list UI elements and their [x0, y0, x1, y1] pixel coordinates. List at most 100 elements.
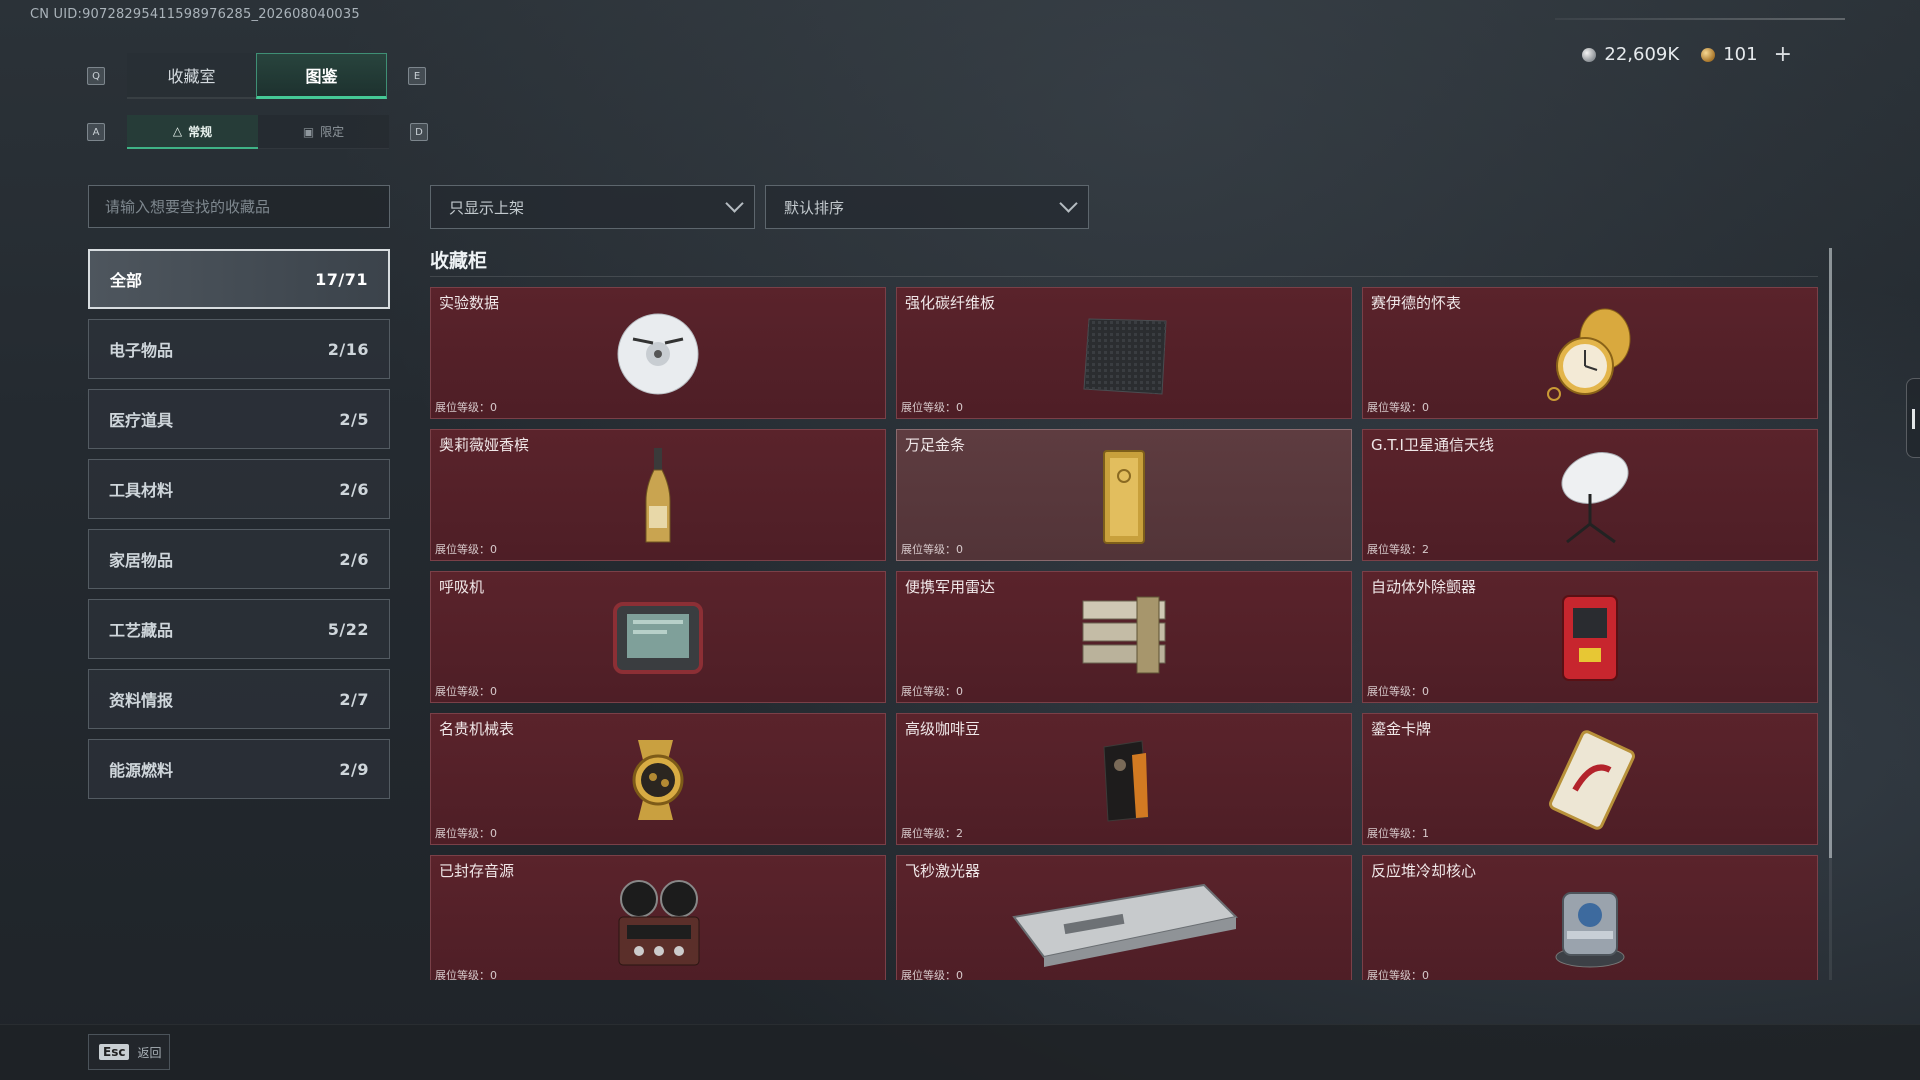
item-card[interactable]: G.T.I卫星通信天线 展位等级：2 — [1362, 429, 1818, 561]
item-level: 展位等级：2 — [1367, 543, 1429, 556]
back-button[interactable]: Esc 返回 — [88, 1034, 170, 1070]
category-label: 能源燃料 — [109, 761, 174, 780]
footer-bar — [0, 1024, 1920, 1080]
uid-label: CN UID:9072829541159897628​5_20260804003… — [30, 7, 360, 22]
category-all[interactable]: 全部 17/71 — [88, 249, 390, 309]
key-hint-a: A — [87, 123, 105, 141]
add-currency-button[interactable]: + — [1774, 42, 1792, 67]
item-card[interactable]: 万足金条 展位等级：0 — [896, 429, 1352, 561]
section-title: 收藏柜 — [430, 250, 488, 272]
key-hint-q: Q — [87, 67, 105, 85]
category-count: 2/5 — [339, 409, 369, 429]
currency-bar: 22,609K 101 + — [1582, 42, 1792, 67]
item-name: 飞秒激光器 — [905, 862, 981, 880]
item-level: 展位等级：1 — [1367, 827, 1429, 840]
category-electronics[interactable]: 电子物品 2/16 — [88, 319, 390, 379]
category-label: 医疗道具 — [109, 411, 174, 430]
category-intel[interactable]: 资料情报 2/7 — [88, 669, 390, 729]
item-card[interactable]: 高级咖啡豆 展位等级：2 — [896, 713, 1352, 845]
reactor-core-icon — [1530, 872, 1650, 972]
item-card[interactable]: 便携军用雷达 展位等级：0 — [896, 571, 1352, 703]
item-card[interactable]: 已封存音源 展位等级：0 — [430, 855, 886, 980]
tab-codex[interactable]: 图鉴 — [256, 53, 387, 99]
grid-scrollbar[interactable] — [1829, 248, 1832, 980]
category-list: 全部 17/71 电子物品 2/16 医疗道具 2/5 工具材料 2/6 家居物… — [88, 249, 390, 809]
subtab-regular-label: 常规 — [188, 124, 213, 139]
category-label: 资料情报 — [109, 691, 174, 710]
item-card[interactable]: 自动体外除颤器 展位等级：0 — [1362, 571, 1818, 703]
item-name: 名贵机械表 — [439, 720, 515, 738]
item-name: 奥莉薇娅香槟 — [439, 436, 530, 454]
category-count: 2/7 — [339, 689, 369, 709]
top-decor-line — [1555, 18, 1845, 20]
sort-value: 默认排序 — [784, 198, 845, 217]
item-name: 鎏金卡牌 — [1371, 720, 1432, 738]
subtab-limited[interactable]: ▣ 限定 — [258, 115, 389, 149]
subtab-regular[interactable]: △ 常规 — [127, 115, 258, 149]
item-name: 便携军用雷达 — [905, 578, 996, 596]
category-label: 工具材料 — [109, 481, 174, 500]
item-name: 自动体外除颤器 — [1371, 578, 1477, 596]
ventilator-icon — [598, 588, 718, 688]
item-card[interactable]: 赛伊德的怀表 展位等级：0 — [1362, 287, 1818, 419]
item-card[interactable]: 鎏金卡牌 展位等级：1 — [1362, 713, 1818, 845]
side-panel-handle[interactable] — [1906, 378, 1920, 458]
item-level: 展位等级：0 — [435, 401, 497, 414]
gold-bar-icon — [1064, 446, 1184, 546]
item-card[interactable]: 名贵机械表 展位等级：0 — [430, 713, 886, 845]
silver-coin-icon — [1582, 47, 1597, 62]
category-medical[interactable]: 医疗道具 2/5 — [88, 389, 390, 449]
item-level: 展位等级：0 — [435, 685, 497, 698]
wristwatch-icon — [598, 730, 718, 830]
item-name: 已封存音源 — [439, 862, 515, 880]
back-label: 返回 — [137, 1045, 162, 1060]
item-card[interactable]: 强化碳纤维板 展位等级：0 — [896, 287, 1352, 419]
category-label: 工艺藏品 — [109, 621, 174, 640]
item-name: 呼吸机 — [439, 578, 485, 596]
disc-icon — [598, 304, 718, 404]
category-count: 5/22 — [327, 619, 369, 639]
category-tools[interactable]: 工具材料 2/6 — [88, 459, 390, 519]
gilded-card-icon — [1530, 730, 1650, 830]
item-card[interactable]: 反应堆冷却核心 展位等级：0 — [1362, 855, 1818, 980]
section-divider — [430, 276, 1818, 277]
gold-amount: 101 — [1723, 44, 1758, 65]
item-grid: 实验数据 展位等级：0 强化碳纤维板 展位等级：0 赛伊德的怀表 展位等级：0 … — [430, 287, 1818, 980]
defibrillator-icon — [1530, 588, 1650, 688]
silver-amount: 22,609K — [1604, 44, 1680, 65]
silver-currency: 22,609K — [1582, 44, 1679, 65]
item-name: 高级咖啡豆 — [905, 720, 981, 738]
category-count: 2/16 — [327, 339, 369, 359]
item-card[interactable]: 飞秒激光器 展位等级：0 — [896, 855, 1352, 980]
scrollbar-thumb[interactable] — [1829, 248, 1832, 858]
category-crafts[interactable]: 工艺藏品 5/22 — [88, 599, 390, 659]
coffee-bag-icon — [1064, 730, 1184, 830]
item-level: 展位等级：2 — [901, 827, 963, 840]
item-name: 赛伊德的怀表 — [1371, 294, 1462, 312]
carbon-plate-icon — [1064, 304, 1184, 404]
item-level: 展位等级：0 — [1367, 969, 1429, 980]
item-card[interactable]: 实验数据 展位等级：0 — [430, 287, 886, 419]
item-name: 反应堆冷却核心 — [1371, 862, 1477, 880]
item-card[interactable]: 奥莉薇娅香槟 展位等级：0 — [430, 429, 886, 561]
category-household[interactable]: 家居物品 2/6 — [88, 529, 390, 589]
sort-dropdown[interactable]: 默认排序 — [765, 185, 1089, 229]
search-input[interactable] — [89, 186, 389, 227]
military-radar-icon — [1064, 588, 1184, 688]
key-hint-e: E — [408, 67, 426, 85]
display-filter-dropdown[interactable]: 只显示上架 — [430, 185, 755, 229]
frame-icon: ▣ — [302, 124, 315, 139]
category-fuel[interactable]: 能源燃料 2/9 — [88, 739, 390, 799]
item-name: 万足金条 — [905, 436, 966, 454]
item-level: 展位等级：0 — [901, 685, 963, 698]
laser-device-icon — [1004, 872, 1244, 972]
tab-collection-room[interactable]: 收藏室 — [127, 53, 256, 99]
item-level: 展位等级：0 — [1367, 685, 1429, 698]
category-count: 2/6 — [339, 549, 369, 569]
item-card[interactable]: 呼吸机 展位等级：0 — [430, 571, 886, 703]
sub-tabs: △ 常规 ▣ 限定 — [127, 115, 389, 149]
category-count: 17/71 — [315, 269, 368, 289]
item-level: 展位等级：0 — [901, 401, 963, 414]
gold-coin-icon — [1701, 47, 1716, 62]
item-level: 展位等级：0 — [1367, 401, 1429, 414]
